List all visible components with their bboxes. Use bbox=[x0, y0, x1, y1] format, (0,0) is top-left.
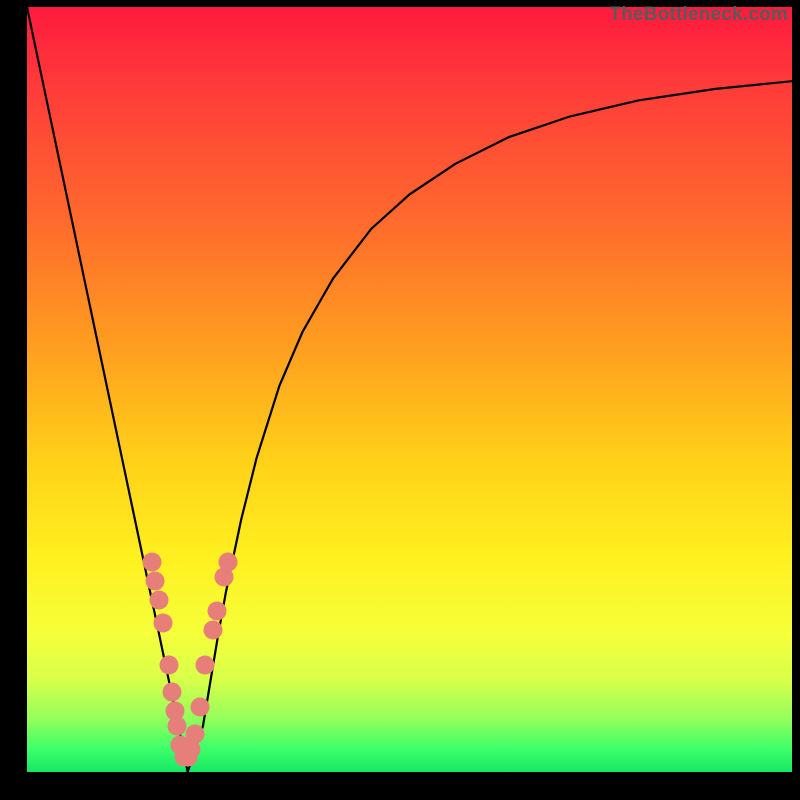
attribution-text: TheBottleneck.com bbox=[609, 4, 788, 26]
data-marker bbox=[160, 655, 179, 674]
data-marker bbox=[196, 655, 215, 674]
data-marker bbox=[145, 571, 164, 590]
data-marker bbox=[167, 717, 186, 736]
curve-layer bbox=[27, 7, 792, 772]
data-marker bbox=[190, 697, 209, 716]
data-marker bbox=[186, 724, 205, 743]
data-marker bbox=[219, 552, 238, 571]
data-marker bbox=[163, 682, 182, 701]
data-marker bbox=[207, 602, 226, 621]
data-marker bbox=[142, 552, 161, 571]
chart-frame: TheBottleneck.com bbox=[0, 0, 800, 800]
data-marker bbox=[149, 590, 168, 609]
plot-area: TheBottleneck.com bbox=[27, 7, 792, 772]
data-marker bbox=[203, 621, 222, 640]
data-marker bbox=[154, 613, 173, 632]
bottleneck-curve bbox=[27, 7, 792, 772]
